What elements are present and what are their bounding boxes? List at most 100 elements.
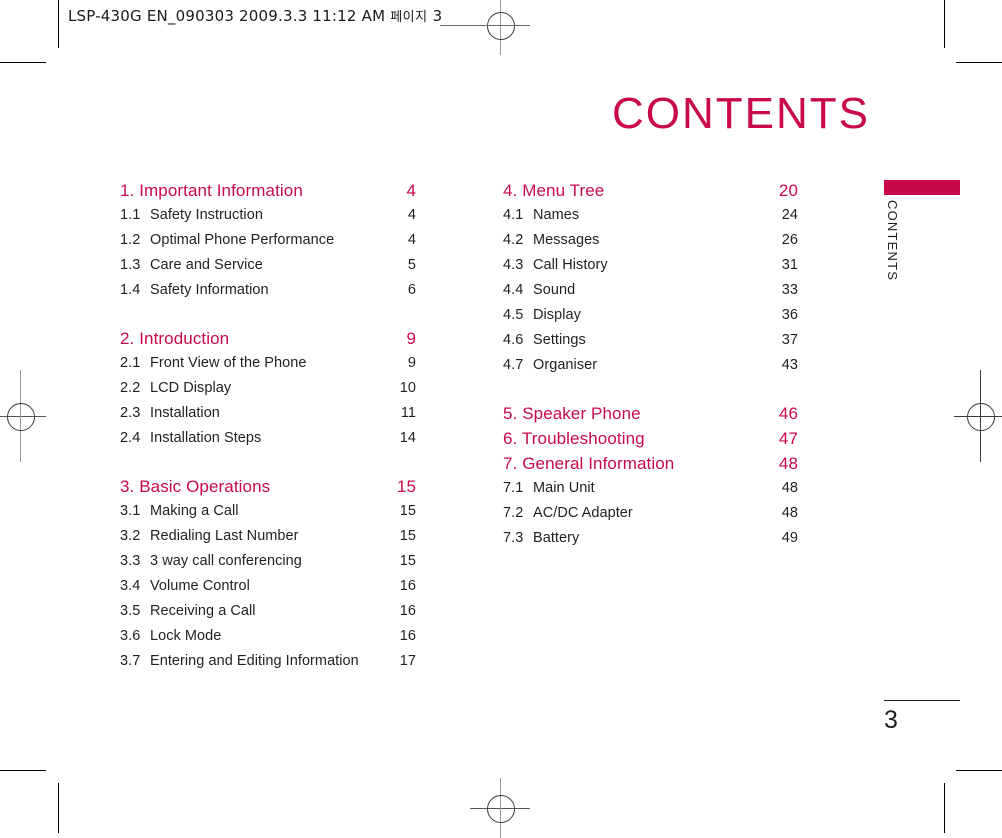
toc-right-column: 4. Menu Tree 20 4.1 Names 24 4.2 Messages 26 4.3… xyxy=(503,178,798,551)
toc-chapter-row-7-general-information[interactable]: 7. General Information 48 xyxy=(503,451,798,476)
toc-group-spacer xyxy=(503,378,798,401)
side-tab-color-block xyxy=(884,180,960,195)
toc-section-number: 1.2 xyxy=(120,232,141,248)
toc-section-row-3-6[interactable]: 3.6 Lock Mode 16 xyxy=(120,624,416,649)
toc-section-row-3-1[interactable]: 3.1 Making a Call 15 xyxy=(120,499,416,524)
toc-section-label: Display xyxy=(533,307,581,323)
toc-section-page-number: 15 xyxy=(399,528,416,544)
toc-section-page-number: 14 xyxy=(399,430,416,446)
toc-chapter-label: 7. General Information xyxy=(503,454,675,473)
toc-section-page-number: 6 xyxy=(407,282,416,298)
toc-section-row-4-7[interactable]: 4.7 Organiser 43 xyxy=(503,353,798,378)
toc-section-label: Lock Mode xyxy=(150,628,222,644)
toc-chapter-label: 1. Important Information xyxy=(120,181,303,200)
toc-section-number: 4.3 xyxy=(503,257,524,273)
toc-section-row-4-5[interactable]: 4.5 Display 36 xyxy=(503,303,798,328)
registration-ring xyxy=(7,403,35,431)
toc-section-label: Redialing Last Number xyxy=(150,528,299,544)
header-slug-line: LSP-430G EN_090303 2009.3.3 11:12 AM 페이지… xyxy=(68,6,442,25)
slug-filename-and-timestamp: LSP-430G EN_090303 2009.3.3 11:12 AM xyxy=(68,7,386,25)
toc-section-number: 4.6 xyxy=(503,332,524,348)
toc-section-row-7-3[interactable]: 7.3 Battery 49 xyxy=(503,526,798,551)
toc-section-label: Call History xyxy=(533,257,608,273)
toc-section-row-4-3[interactable]: 4.3 Call History 31 xyxy=(503,253,798,278)
toc-section-label: Safety Instruction xyxy=(150,207,263,223)
toc-chapter-row-6-troubleshooting[interactable]: 6. Troubleshooting 47 xyxy=(503,426,798,451)
toc-section-row-1-3[interactable]: 1.3 Care and Service 5 xyxy=(120,253,416,278)
toc-section-page-number: 17 xyxy=(399,653,416,669)
toc-chapter-page-number: 47 xyxy=(778,429,798,448)
toc-section-page-number: 16 xyxy=(399,603,416,619)
toc-section-page-number: 5 xyxy=(407,257,416,273)
toc-chapter-row-2-introduction[interactable]: 2. Introduction 9 xyxy=(120,326,416,351)
registration-ring xyxy=(487,795,515,823)
toc-section-page-number: 4 xyxy=(407,207,416,223)
toc-section-number: 3.3 xyxy=(120,553,141,569)
toc-section-label: Main Unit xyxy=(533,480,595,496)
toc-section-number: 3.6 xyxy=(120,628,141,644)
toc-section-page-number: 26 xyxy=(781,232,798,248)
toc-section-row-3-7[interactable]: 3.7 Entering and Editing Information 17 xyxy=(120,649,416,674)
crop-mark-bottom-right-horizontal xyxy=(956,770,1002,771)
toc-section-row-1-2[interactable]: 1.2 Optimal Phone Performance 4 xyxy=(120,228,416,253)
toc-section-page-number: 43 xyxy=(781,357,798,373)
toc-chapter-page-number: 9 xyxy=(406,329,416,348)
toc-section-row-4-6[interactable]: 4.6 Settings 37 xyxy=(503,328,798,353)
toc-section-row-3-5[interactable]: 3.5 Receiving a Call 16 xyxy=(120,599,416,624)
toc-section-number: 4.1 xyxy=(503,207,524,223)
toc-section-page-number: 15 xyxy=(399,503,416,519)
toc-section-page-number: 15 xyxy=(399,553,416,569)
registration-ring xyxy=(967,403,995,431)
toc-section-page-number: 4 xyxy=(407,232,416,248)
toc-section-row-7-2[interactable]: 7.2 AC/DC Adapter 48 xyxy=(503,501,798,526)
toc-section-number: 3.7 xyxy=(120,653,141,669)
toc-section-row-4-2[interactable]: 4.2 Messages 26 xyxy=(503,228,798,253)
toc-section-page-number: 16 xyxy=(399,628,416,644)
toc-section-number: 4.5 xyxy=(503,307,524,323)
toc-section-label: Messages xyxy=(533,232,600,248)
toc-section-row-1-1[interactable]: 1.1 Safety Instruction 4 xyxy=(120,203,416,228)
toc-section-row-2-3[interactable]: 2.3 Installation 11 xyxy=(120,401,416,426)
toc-section-row-2-4[interactable]: 2.4 Installation Steps 14 xyxy=(120,426,416,451)
toc-chapter-page-number: 46 xyxy=(778,404,798,423)
toc-section-row-4-4[interactable]: 4.4 Sound 33 xyxy=(503,278,798,303)
toc-section-label: Sound xyxy=(533,282,576,298)
crop-mark-bottom-right-vertical xyxy=(944,783,945,833)
toc-chapter-page-number: 4 xyxy=(406,181,416,200)
toc-chapter-label: 5. Speaker Phone xyxy=(503,404,641,423)
crop-mark-top-right-vertical xyxy=(944,0,945,48)
toc-chapter-row-4-menu-tree[interactable]: 4. Menu Tree 20 xyxy=(503,178,798,203)
toc-chapter-row-3-basic-operations[interactable]: 3. Basic Operations 15 xyxy=(120,474,416,499)
toc-section-number: 1.1 xyxy=(120,207,141,223)
crop-mark-top-right-horizontal xyxy=(956,62,1002,63)
toc-section-row-3-4[interactable]: 3.4 Volume Control 16 xyxy=(120,574,416,599)
toc-chapter-row-1-important-information[interactable]: 1. Important Information 4 xyxy=(120,178,416,203)
toc-section-page-number: 11 xyxy=(400,405,416,421)
crop-mark-bottom-left-horizontal xyxy=(0,770,46,771)
toc-section-row-7-1[interactable]: 7.1 Main Unit 48 xyxy=(503,476,798,501)
toc-section-page-number: 49 xyxy=(781,530,798,546)
toc-section-label: Safety Information xyxy=(150,282,269,298)
toc-section-label: Installation xyxy=(150,405,220,421)
toc-section-number: 1.3 xyxy=(120,257,141,273)
toc-section-number: 4.2 xyxy=(503,232,524,248)
crop-mark-bottom-left-vertical xyxy=(58,783,59,833)
toc-chapter-label: 3. Basic Operations xyxy=(120,477,271,496)
toc-section-row-4-1[interactable]: 4.1 Names 24 xyxy=(503,203,798,228)
folio-page-number: 3 xyxy=(884,706,898,734)
toc-section-row-2-2[interactable]: 2.2 LCD Display 10 xyxy=(120,376,416,401)
toc-section-row-2-1[interactable]: 2.1 Front View of the Phone 9 xyxy=(120,351,416,376)
slug-page-number: 3 xyxy=(432,7,443,25)
crop-mark-top-left-vertical xyxy=(58,0,59,48)
toc-section-label: Making a Call xyxy=(150,503,239,519)
toc-section-label: Volume Control xyxy=(150,578,250,594)
toc-chapter-row-5-speaker-phone[interactable]: 5. Speaker Phone 46 xyxy=(503,401,798,426)
toc-section-number: 3.1 xyxy=(120,503,141,519)
slug-korean-page-word: 페이지 xyxy=(390,10,428,25)
toc-section-row-1-4[interactable]: 1.4 Safety Information 6 xyxy=(120,278,416,303)
toc-section-row-3-3[interactable]: 3.3 3 way call conferencing 15 xyxy=(120,549,416,574)
toc-chapter-page-number: 48 xyxy=(778,454,798,473)
toc-section-page-number: 9 xyxy=(407,355,416,371)
toc-chapter-label: 2. Introduction xyxy=(120,329,230,348)
toc-section-row-3-2[interactable]: 3.2 Redialing Last Number 15 xyxy=(120,524,416,549)
